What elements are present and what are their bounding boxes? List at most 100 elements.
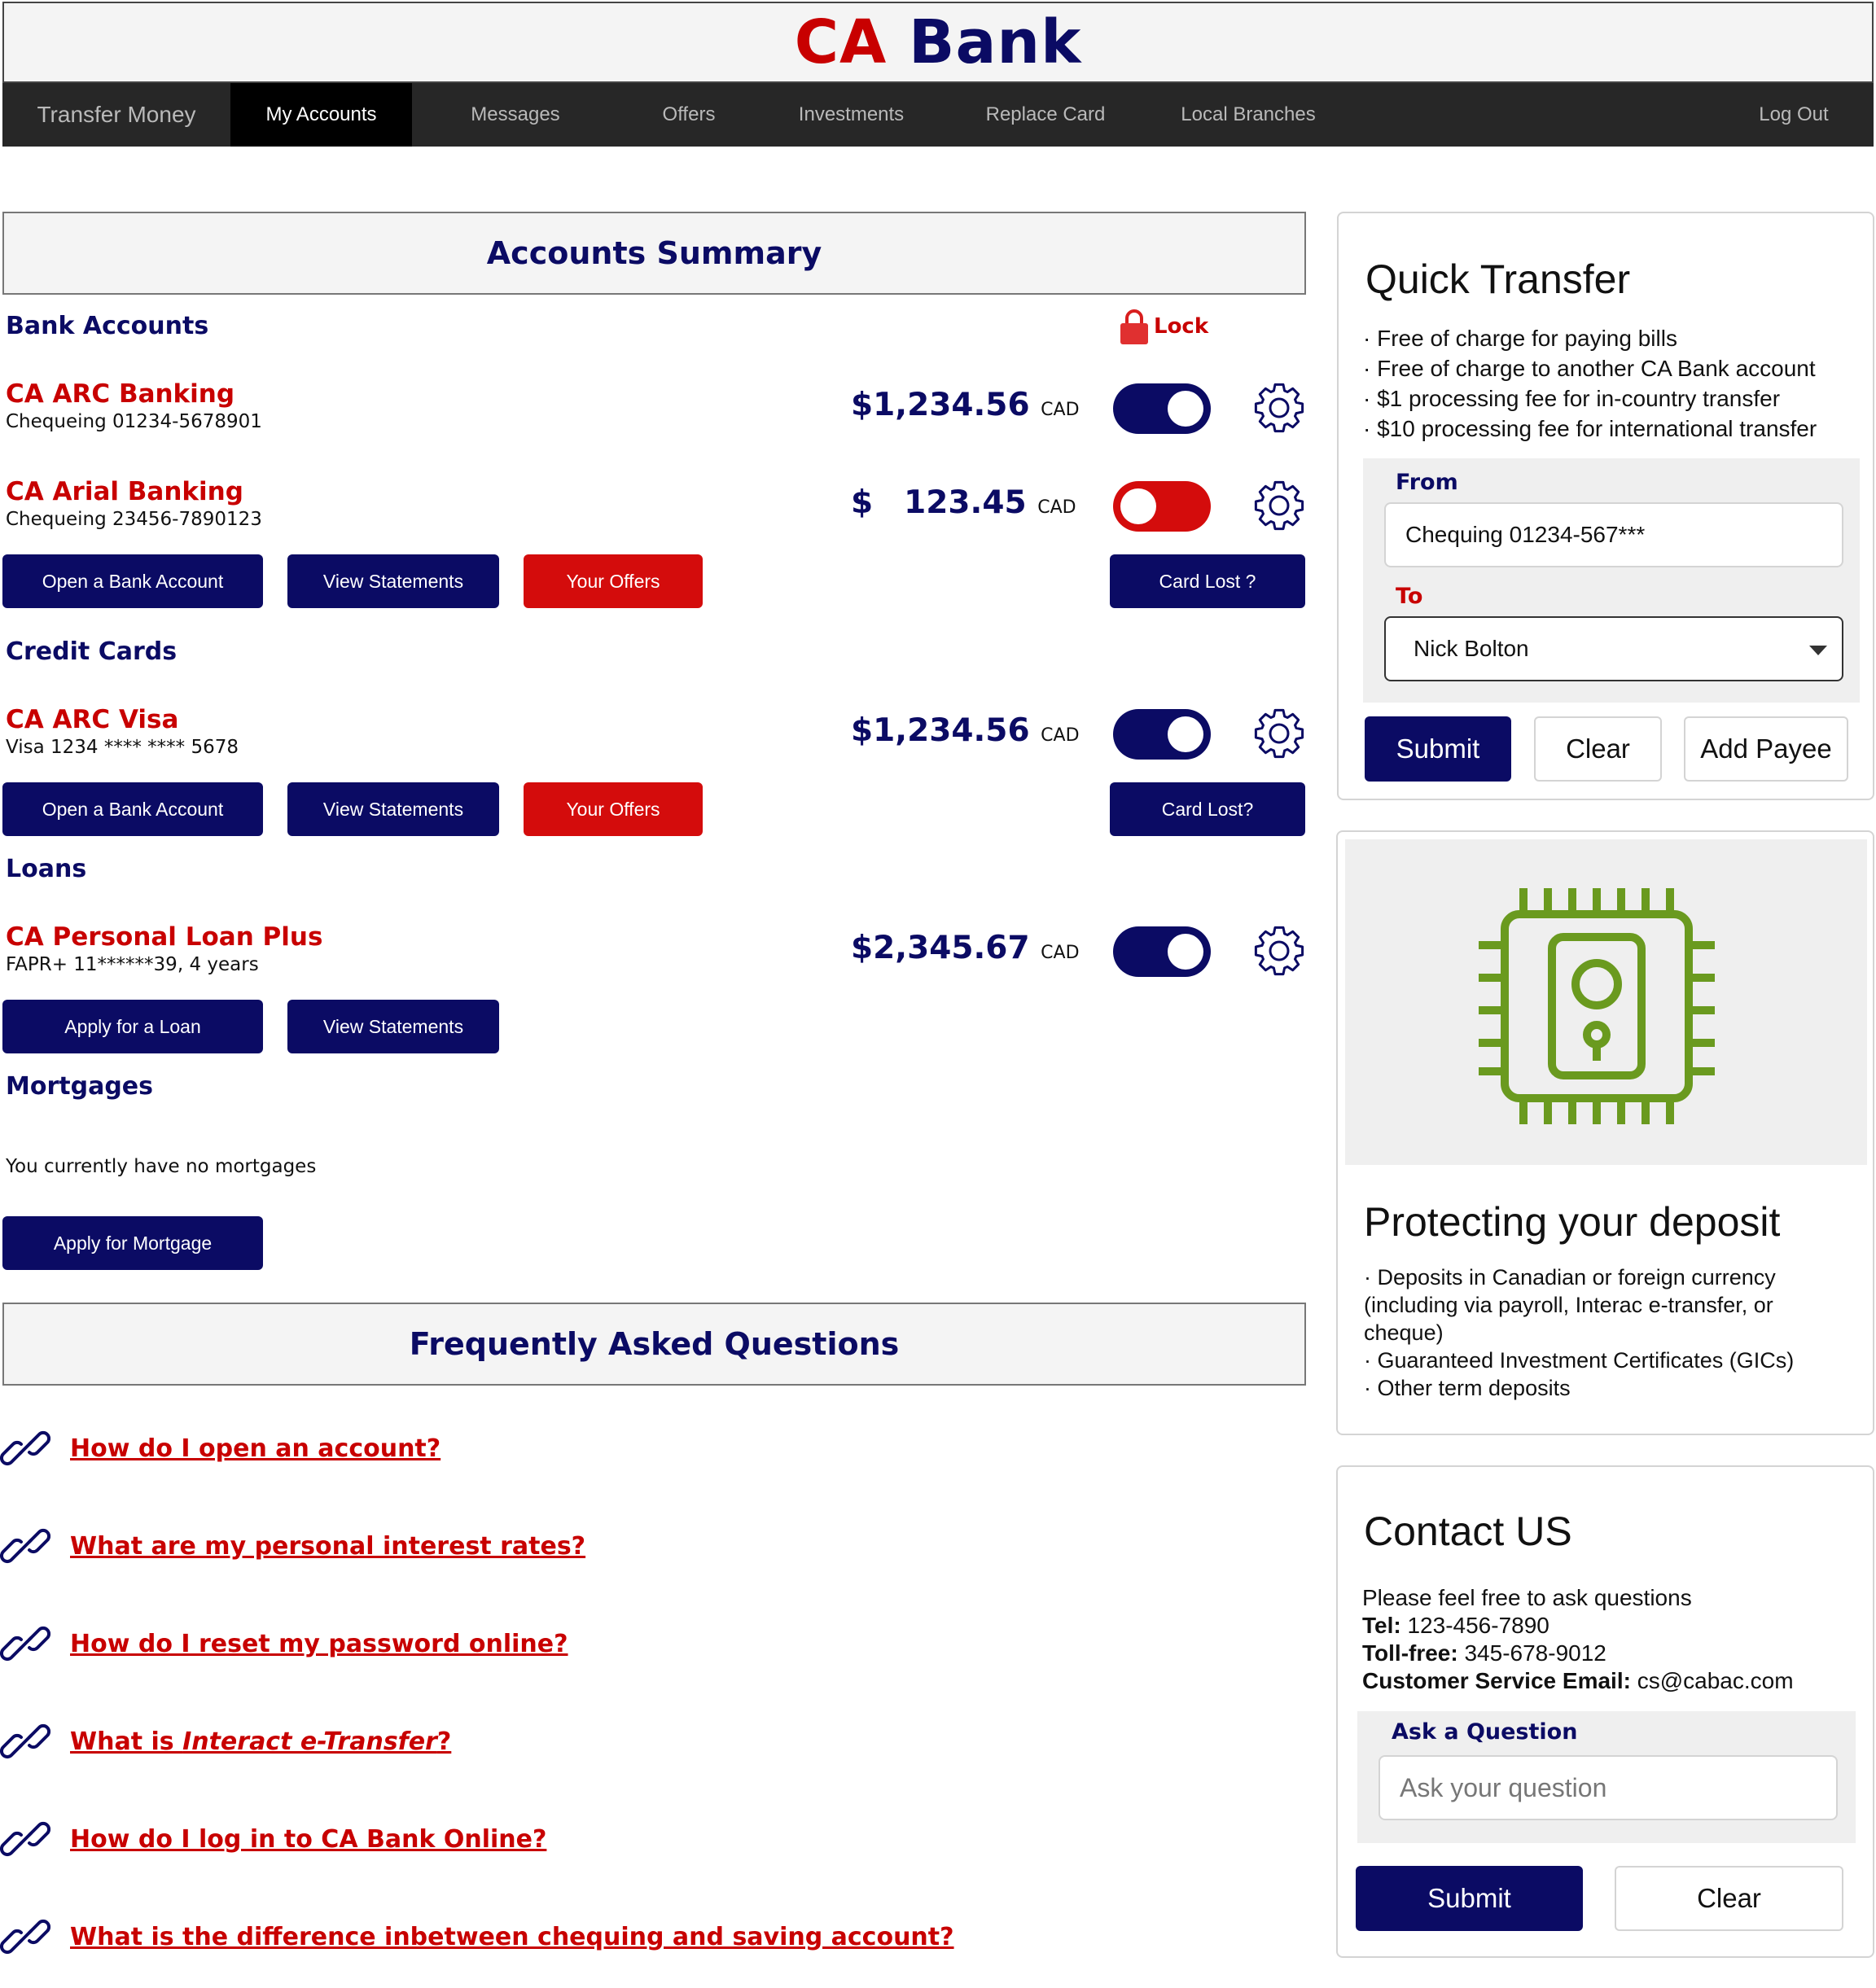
faq-link[interactable]: How do I reset my password online? bbox=[70, 1630, 568, 1658]
submit-button[interactable]: Submit bbox=[1365, 716, 1511, 782]
contact-submit-button[interactable]: Submit bbox=[1356, 1866, 1583, 1931]
link-icon bbox=[0, 1723, 50, 1759]
chevron-down-icon bbox=[1809, 646, 1827, 655]
link-icon bbox=[0, 1626, 50, 1662]
balance-amount: $2,345.67 bbox=[851, 930, 1030, 966]
faq-link[interactable]: What are my personal interest rates? bbox=[70, 1532, 585, 1561]
faq-link[interactable]: What is Interact e-Transfer? bbox=[70, 1727, 451, 1756]
nav-investments[interactable]: Investments bbox=[759, 83, 944, 147]
credit-cards-heading: Credit Cards bbox=[6, 637, 178, 666]
bullet-item: · Free of charge for paying bills bbox=[1363, 326, 1677, 351]
account-name[interactable]: CA Personal Loan Plus bbox=[6, 922, 322, 952]
card-number: Visa 1234 **** **** 5678 bbox=[6, 737, 239, 758]
account-balance: $1,234.56 CAD bbox=[851, 712, 1080, 749]
ask-question-label: Ask a Question bbox=[1392, 1719, 1578, 1745]
card-lost-button[interactable]: Card Lost ? bbox=[1110, 554, 1305, 608]
no-mortgages-text: You currently have no mortgages bbox=[6, 1156, 317, 1177]
account-number: Chequeing 23456-7890123 bbox=[6, 509, 262, 530]
faq-link-pre: What is bbox=[70, 1727, 183, 1756]
nav-transfer-money[interactable]: Transfer Money bbox=[2, 83, 230, 147]
bullet-item: · Deposits in Canadian or foreign curren… bbox=[1364, 1265, 1776, 1345]
contact-title: Contact US bbox=[1364, 1509, 1572, 1554]
nav-replace-card[interactable]: Replace Card bbox=[944, 83, 1147, 147]
account-name[interactable]: CA ARC Banking bbox=[6, 379, 234, 409]
payee-select[interactable]: Nick Bolton bbox=[1384, 616, 1843, 681]
secure-chip-icon bbox=[1479, 888, 1715, 1124]
account-balance: $2,345.67 CAD bbox=[851, 930, 1080, 966]
faq-link-em: Interact e-Transfer bbox=[182, 1727, 437, 1756]
account-balance: $1,234.56 CAD bbox=[851, 387, 1080, 423]
open-bank-account-button[interactable]: Open a Bank Account bbox=[2, 782, 263, 836]
faq-link[interactable]: How do I open an account? bbox=[70, 1434, 441, 1463]
your-offers-button[interactable]: Your Offers bbox=[524, 554, 703, 608]
toggle-knob bbox=[1168, 391, 1203, 427]
settings-gear-icon[interactable] bbox=[1253, 925, 1305, 977]
lock-toggle[interactable] bbox=[1113, 926, 1211, 977]
link-icon bbox=[0, 1528, 50, 1564]
balance-amount: 123.45 bbox=[904, 484, 1027, 521]
accounts-summary-title: Accounts Summary bbox=[486, 235, 822, 271]
apply-loan-button[interactable]: Apply for a Loan bbox=[2, 1000, 263, 1053]
settings-gear-icon[interactable] bbox=[1253, 382, 1305, 434]
account-balance: $123.45 CAD bbox=[851, 484, 1076, 521]
faq-link[interactable]: What is the difference inbetween chequin… bbox=[70, 1923, 954, 1951]
balance-sign: $ bbox=[851, 484, 874, 521]
lock-indicator: Lock bbox=[1120, 308, 1208, 345]
open-bank-account-button[interactable]: Open a Bank Account bbox=[2, 554, 263, 608]
contact-clear-button[interactable]: Clear bbox=[1615, 1866, 1843, 1931]
clear-button[interactable]: Clear bbox=[1534, 716, 1662, 782]
bank-accounts-heading: Bank Accounts bbox=[6, 312, 209, 340]
contact-tel: Tel: 123-456-7890 bbox=[1362, 1613, 1549, 1638]
nav-my-accounts[interactable]: My Accounts bbox=[230, 83, 412, 147]
link-icon bbox=[0, 1919, 50, 1955]
apply-mortgage-button[interactable]: Apply for Mortgage bbox=[2, 1216, 263, 1270]
bullet-item: · $1 processing fee for in-country trans… bbox=[1363, 386, 1781, 411]
from-account-field[interactable]: Chequing 01234-567*** bbox=[1384, 502, 1843, 567]
add-payee-button[interactable]: Add Payee bbox=[1684, 716, 1848, 782]
ask-question-input[interactable]: Ask your question bbox=[1379, 1755, 1838, 1820]
toggle-knob bbox=[1168, 934, 1203, 970]
view-statements-button[interactable]: View Statements bbox=[287, 1000, 499, 1053]
to-label: To bbox=[1396, 584, 1423, 609]
account-name[interactable]: CA ARC Visa bbox=[6, 705, 178, 734]
view-statements-button[interactable]: View Statements bbox=[287, 554, 499, 608]
lock-label: Lock bbox=[1154, 314, 1209, 339]
currency-label: CAD bbox=[1037, 497, 1076, 518]
settings-gear-icon[interactable] bbox=[1253, 707, 1305, 760]
bullet-item: · Other term deposits bbox=[1364, 1376, 1571, 1400]
card-lost-button[interactable]: Card Lost? bbox=[1110, 782, 1305, 836]
link-icon bbox=[0, 1430, 50, 1466]
nav-logout[interactable]: Log Out bbox=[1729, 83, 1859, 147]
loan-details: FAPR+ 11******39, 4 years bbox=[6, 954, 259, 975]
quick-transfer-bullets: · Free of charge for paying bills · Free… bbox=[1363, 323, 1868, 444]
bullet-item: · $10 processing fee for international t… bbox=[1363, 416, 1817, 441]
loans-heading: Loans bbox=[6, 855, 87, 883]
balance-amount: $1,234.56 bbox=[851, 712, 1030, 749]
contact-card: Contact US Please feel free to ask quest… bbox=[1336, 1465, 1874, 1958]
faq-header: Frequently Asked Questions bbox=[2, 1303, 1306, 1386]
logo-ca: CA bbox=[794, 7, 888, 77]
settings-gear-icon[interactable] bbox=[1253, 479, 1305, 532]
your-offers-button[interactable]: Your Offers bbox=[524, 782, 703, 836]
view-statements-button[interactable]: View Statements bbox=[287, 782, 499, 836]
mortgages-heading: Mortgages bbox=[6, 1072, 153, 1101]
from-label: From bbox=[1396, 470, 1458, 495]
toggle-knob bbox=[1120, 488, 1156, 524]
nav-local-branches[interactable]: Local Branches bbox=[1147, 83, 1349, 147]
nav-offers[interactable]: Offers bbox=[619, 83, 759, 147]
account-name[interactable]: CA Arial Banking bbox=[6, 477, 243, 506]
quick-transfer-title: Quick Transfer bbox=[1365, 256, 1631, 302]
site-header: CA Bank bbox=[2, 2, 1874, 83]
bank-logo[interactable]: CA Bank bbox=[795, 12, 1082, 72]
deposit-title: Protecting your deposit bbox=[1364, 1199, 1781, 1245]
contact-email: Customer Service Email: cs@cabac.com bbox=[1362, 1668, 1794, 1693]
lock-toggle[interactable] bbox=[1113, 383, 1211, 434]
lock-toggle[interactable] bbox=[1113, 481, 1211, 532]
lock-toggle[interactable] bbox=[1113, 709, 1211, 760]
faq-link[interactable]: How do I log in to CA Bank Online? bbox=[70, 1825, 546, 1854]
bullet-item: · Free of charge to another CA Bank acco… bbox=[1363, 356, 1816, 381]
ask-question-form: Ask a Question Ask your question bbox=[1357, 1711, 1856, 1843]
nav-messages[interactable]: Messages bbox=[412, 83, 619, 147]
faq-link-post: ? bbox=[436, 1727, 452, 1756]
account-number: Chequeing 01234-5678901 bbox=[6, 411, 262, 432]
